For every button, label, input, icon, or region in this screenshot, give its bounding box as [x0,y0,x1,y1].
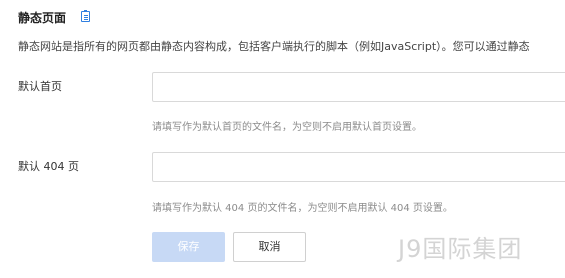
index-page-input[interactable] [152,72,565,102]
index-page-label: 默认首页 [18,80,62,93]
index-page-hint: 请填写作为默认首页的文件名，为空则不启用默认首页设置。 [152,122,422,133]
not-found-page-label: 默认 404 页 [18,160,79,173]
save-button[interactable]: 保存 [152,232,225,262]
section-description: 静态网站是指所有的网页都由静态内容构成，包括客户端执行的脚本（例如JavaScr… [18,40,530,53]
cancel-button[interactable]: 取消 [233,232,306,262]
static-page-settings: 静态页面 静态网站是指所有的网页都由静态内容构成，包括客户端执行的脚本（例如Ja… [0,0,565,278]
not-found-page-hint: 请填写作为默认 404 页的文件名，为空则不启用默认 404 页设置。 [152,203,453,214]
watermark: J9国际集团 [398,235,523,263]
section-title: 静态页面 [18,11,67,25]
not-found-page-input[interactable] [152,152,565,182]
document-icon[interactable] [81,10,90,22]
